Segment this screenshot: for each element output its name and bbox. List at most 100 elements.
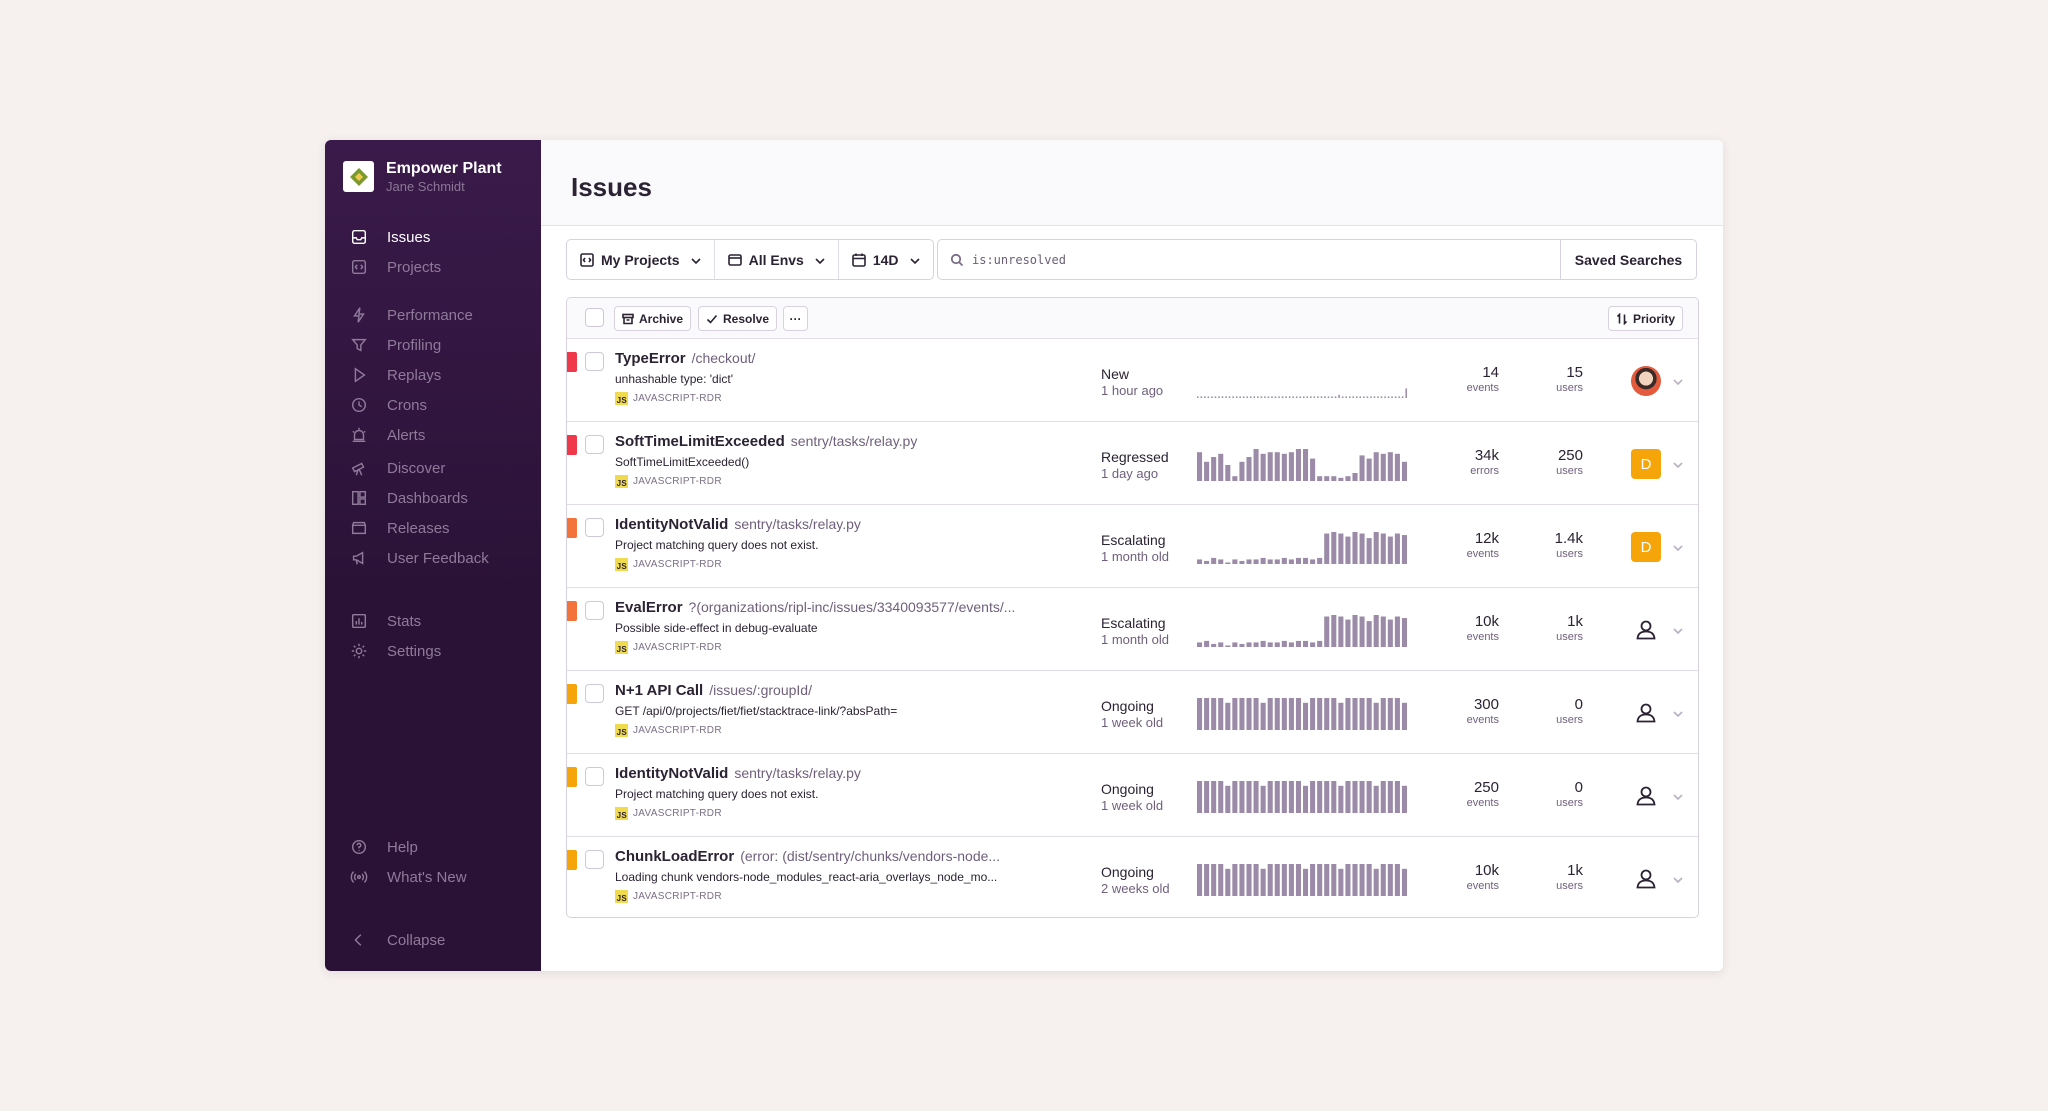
issue-title-line[interactable]: N+1 API Call/issues/:groupId/ <box>615 682 812 699</box>
sparkline-bar <box>1356 396 1358 398</box>
sparkline-bar <box>1267 452 1273 481</box>
issue-title-line[interactable]: IdentityNotValid sentry/tasks/relay.py <box>615 765 861 782</box>
sidebar-item-label: Profiling <box>387 336 442 354</box>
environment-filter[interactable]: All Envs <box>715 240 839 279</box>
sidebar-item-label: Projects <box>387 258 442 276</box>
resolve-button[interactable]: Resolve <box>698 306 778 331</box>
issue-row[interactable]: SoftTimeLimitExceeded sentry/tasks/relay.… <box>567 422 1698 505</box>
sparkline-bar <box>1359 616 1365 647</box>
sparkline-bar <box>1225 702 1231 730</box>
chevron-down-icon[interactable] <box>1672 541 1684 553</box>
sidebar-item-dashboards[interactable]: Dashboards <box>325 483 541 513</box>
issue-status: Escalating 1 month old <box>1101 531 1169 566</box>
sidebar-item-projects[interactable]: Projects <box>325 252 541 282</box>
sparkline-bar <box>1331 476 1337 481</box>
issue-title-line[interactable]: EvalError ?(organizations/ripl-inc/issues… <box>615 599 1015 616</box>
sidebar-item-stats[interactable]: Stats <box>325 606 541 636</box>
sidebar-item-performance[interactable]: Performance <box>325 300 541 330</box>
issue-checkbox[interactable] <box>585 850 604 869</box>
issue-row[interactable]: TypeError/checkout/unhashable type: 'dic… <box>567 339 1698 422</box>
chevron-down-icon[interactable] <box>1672 375 1684 387</box>
sidebar-item-crons[interactable]: Crons <box>325 390 541 420</box>
sparkline-bar <box>1338 785 1344 813</box>
sidebar-item-user-feedback[interactable]: User Feedback <box>325 543 541 573</box>
assignee-selector[interactable] <box>1631 864 1661 894</box>
project-filter[interactable]: My Projects <box>567 240 715 279</box>
issue-checkbox[interactable] <box>585 767 604 786</box>
chevron-down-icon[interactable] <box>1672 458 1684 470</box>
assignee-selector[interactable] <box>1631 366 1661 396</box>
chevron-down-icon[interactable] <box>1672 707 1684 719</box>
issue-title-line[interactable]: ChunkLoadError (error: (dist/sentry/chunk… <box>615 848 1000 865</box>
assignee-selector[interactable]: D <box>1631 532 1661 562</box>
issue-title[interactable]: SoftTimeLimitExceeded <box>615 433 785 450</box>
sparkline-bar <box>1239 781 1245 813</box>
sort-button[interactable]: Priority <box>1608 306 1684 331</box>
status-age: 1 week old <box>1101 798 1164 814</box>
sidebar-item-settings[interactable]: Settings <box>325 636 541 666</box>
issue-checkbox[interactable] <box>585 352 604 371</box>
issue-title[interactable]: IdentityNotValid <box>615 516 728 533</box>
sidebar-item-help[interactable]: Help <box>325 832 541 862</box>
megaphone-icon <box>349 548 369 568</box>
sort-label: Priority <box>1633 311 1676 326</box>
sparkline-bar <box>1317 476 1323 481</box>
assignee-selector[interactable] <box>1631 615 1661 645</box>
assignee-selector[interactable] <box>1631 698 1661 728</box>
date-filter[interactable]: 14D <box>839 240 933 279</box>
sidebar-item-discover[interactable]: Discover <box>325 453 541 483</box>
issue-title-line[interactable]: SoftTimeLimitExceeded sentry/tasks/relay.… <box>615 433 917 450</box>
issue-row[interactable]: ChunkLoadError (error: (dist/sentry/chunk… <box>567 837 1698 917</box>
issue-row[interactable]: EvalError ?(organizations/ripl-inc/issues… <box>567 588 1698 671</box>
issue-title-line[interactable]: IdentityNotValid sentry/tasks/relay.py <box>615 516 861 533</box>
search-input[interactable] <box>972 252 1552 267</box>
app-window: Empower Plant Jane Schmidt Issues Project… <box>325 140 1723 971</box>
issue-checkbox[interactable] <box>585 518 604 537</box>
issue-title[interactable]: EvalError <box>615 599 683 616</box>
sidebar-item-profiling[interactable]: Profiling <box>325 330 541 360</box>
org-switcher[interactable]: Empower Plant Jane Schmidt <box>343 160 502 194</box>
select-all-checkbox[interactable] <box>585 308 604 327</box>
sparkline-bar <box>1281 781 1287 813</box>
issue-title[interactable]: ChunkLoadError <box>615 848 734 865</box>
issue-checkbox[interactable] <box>585 684 604 703</box>
issue-checkbox[interactable] <box>585 435 604 454</box>
more-actions-button[interactable]: ··· <box>783 306 808 331</box>
archive-icon <box>622 313 634 324</box>
sidebar-item-label: Crons <box>387 396 428 414</box>
sidebar-item-what-s-new[interactable]: What's New <box>325 862 541 892</box>
archive-button[interactable]: Archive <box>614 306 692 331</box>
nav-explore: Discover Dashboards Releases User Feedback <box>325 453 541 573</box>
sidebar-item-label: Performance <box>387 306 473 324</box>
sparkline-bar <box>1310 642 1316 647</box>
sparkline-bar <box>1394 453 1400 481</box>
sparkline-bar <box>1401 535 1407 564</box>
issue-title[interactable]: TypeError <box>615 350 686 367</box>
issue-title-line[interactable]: TypeError/checkout/ <box>615 350 755 367</box>
environment-icon <box>727 253 742 266</box>
sparkline-bar <box>1278 396 1280 398</box>
org-user: Jane Schmidt <box>386 178 465 194</box>
issue-row[interactable]: IdentityNotValid sentry/tasks/relay.py Pro… <box>567 505 1698 588</box>
assignee-selector[interactable] <box>1631 781 1661 811</box>
sidebar-item-alerts[interactable]: Alerts <box>325 420 541 450</box>
issue-row[interactable]: N+1 API Call/issues/:groupId/GET /api/0/… <box>567 671 1698 754</box>
issue-checkbox[interactable] <box>585 601 604 620</box>
issue-title[interactable]: N+1 API Call <box>615 682 703 699</box>
event-count-unit: events <box>1466 879 1499 892</box>
collapse-button[interactable]: Collapse <box>325 925 541 955</box>
chevron-down-icon[interactable] <box>1672 873 1684 885</box>
saved-searches-button[interactable]: Saved Searches <box>1560 240 1696 279</box>
avatar: D <box>1631 532 1661 562</box>
chevron-down-icon[interactable] <box>1672 790 1684 802</box>
assignee-selector[interactable]: D <box>1631 449 1661 479</box>
sidebar-item-issues[interactable]: Issues <box>325 222 541 252</box>
event-count-value: 14 <box>1482 364 1499 381</box>
issue-row[interactable]: IdentityNotValid sentry/tasks/relay.py Pro… <box>567 754 1698 837</box>
sidebar-item-replays[interactable]: Replays <box>325 360 541 390</box>
chevron-down-icon[interactable] <box>1672 624 1684 636</box>
sidebar-item-releases[interactable]: Releases <box>325 513 541 543</box>
sparkline-bar <box>1288 452 1294 481</box>
issue-title[interactable]: IdentityNotValid <box>615 765 728 782</box>
sparkline-bar <box>1267 642 1273 647</box>
